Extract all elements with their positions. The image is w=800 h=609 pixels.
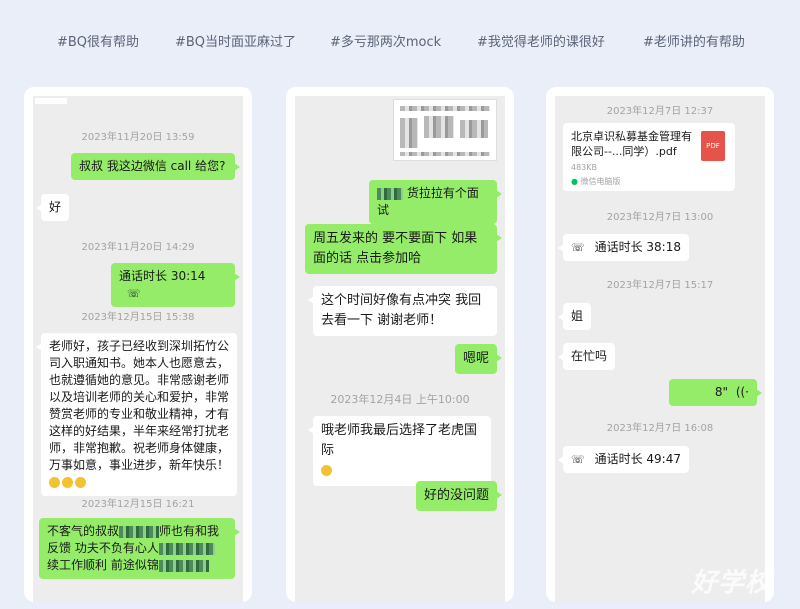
message-text: 续工作顺利 前途似锦 [47, 558, 159, 572]
tag-2: #BQ当时面亚麻过了 [175, 35, 297, 50]
call-duration: 通话时长 30:14 [119, 269, 206, 283]
chat-screenshot-3: 2023年12月7日 12:37 北京卓识私募基金管理有限公司--...同学）.… [546, 87, 774, 602]
message-received: 姐 [557, 303, 592, 330]
message-sent: 周五发来的 要不要面下 如果面的话 点击参加哈 [305, 224, 502, 274]
message-received: 在忙吗 [557, 343, 616, 370]
message-text: 哦老师我最后选择了老虎国际 [321, 423, 478, 458]
redacted-image [400, 118, 418, 148]
timestamp: 2023年11月20日 14:29 [81, 242, 195, 253]
message-text: 不客气的叔叔 [47, 524, 120, 538]
file-source: ● 微信电脑版 [571, 176, 621, 187]
file-name: 北京卓识私募基金管理有限公司--...同学）.pdf [571, 130, 692, 158]
emoji-icon [62, 477, 73, 488]
message-sent: 不客气的叔叔 师也有和我 反馈 功夫不负有心人 续工作顺利 前途似锦 [39, 518, 240, 579]
redacted-text [158, 542, 215, 555]
timestamp: 2023年12月7日 12:37 [606, 106, 714, 117]
message-text: 老师好，孩子已经收到深圳拓竹公司入职通知书。她本人也愿意去，也就遵循她的意见。非… [49, 339, 230, 472]
chat-area: 2023年11月20日 13:59 叔叔 我这边微信 call 给您? 好 20… [33, 96, 243, 602]
watermark-logo: 好学校 [690, 568, 772, 598]
redacted-image [400, 106, 490, 111]
redacted-image [460, 120, 488, 138]
message-text: 师也有和我 [159, 524, 220, 538]
message-received: 哦老师我最后选择了老虎国际 [308, 416, 491, 486]
emoji-icon [75, 477, 86, 488]
call-record[interactable]: ☏ 通话时长 38:18 [558, 234, 689, 261]
message-sent: 叔叔 我这边微信 call 给您? [71, 153, 240, 180]
file-size: 483KB [571, 163, 598, 172]
grinning-emoji-icon [321, 465, 332, 476]
call-record[interactable]: ☏ 通话时长 49:47 [558, 446, 689, 473]
call-duration: 通话时长 38:18 [594, 240, 681, 254]
redacted-text [158, 559, 209, 572]
message-received: 这个时间好像有点冲突 我回去看一下 谢谢老师！ [308, 286, 497, 336]
timestamp: 2023年12月7日 13:00 [606, 212, 714, 223]
chat-screenshot-1: 2023年11月20日 13:59 叔叔 我这边微信 call 给您? 好 20… [24, 87, 252, 602]
tag-3: #多亏那两次mock [330, 35, 442, 50]
timestamp: 2023年12月15日 16:21 [81, 499, 195, 510]
redacted-header [35, 98, 67, 104]
redacted-image [424, 116, 454, 138]
voice-duration: 8" [714, 385, 728, 399]
message-received: 老师好，孩子已经收到深圳拓竹公司入职通知书。她本人也愿意去，也就遵循她的意见。非… [36, 333, 237, 496]
timestamp: 2023年12月7日 15:17 [606, 280, 714, 291]
message-sent: 货拉拉有个面试 [369, 180, 502, 224]
tag-1: #BQ很有帮助 [57, 35, 140, 50]
timestamp: 2023年12月15日 15:38 [81, 312, 195, 323]
phone-icon: ☏ [127, 287, 141, 300]
voice-wave-icon: ((· [735, 385, 749, 399]
message-sent: 好的没问题 [415, 481, 503, 511]
message-text: 反馈 功夫不负有心人 [47, 541, 159, 555]
phone-icon: ☏ [571, 453, 585, 466]
timestamp: 2023年11月20日 13:59 [81, 132, 195, 143]
redacted-text [119, 525, 160, 538]
timestamp: 2023年12月7日 16:08 [606, 423, 714, 434]
file-card[interactable]: 北京卓识私募基金管理有限公司--...同学）.pdf 483KB PDF ● 微… [563, 123, 735, 191]
chat-area: 2023年12月7日 12:37 北京卓识私募基金管理有限公司--...同学）.… [555, 96, 765, 602]
message-sent: 嗯呢 [454, 344, 503, 374]
shared-image-thumbnail[interactable] [393, 99, 497, 161]
timestamp: 2023年12月4日 上午10:00 [330, 393, 470, 406]
tag-4: #我觉得老师的课很好 [477, 35, 605, 50]
call-record[interactable]: 通话时长 30:14 ☏ [111, 263, 240, 307]
pdf-file-icon: PDF [701, 131, 725, 161]
chat-area: 货拉拉有个面试 周五发来的 要不要面下 如果面的话 点击参加哈 这个时间好像有点… [295, 96, 505, 602]
file-source-label: 微信电脑版 [580, 177, 621, 186]
message-received: 好 [35, 194, 70, 221]
redacted-text [377, 187, 403, 200]
chat-screenshot-2: 货拉拉有个面试 周五发来的 要不要面下 如果面的话 点击参加哈 这个时间好像有点… [286, 87, 514, 602]
redacted-image [400, 152, 490, 156]
call-duration: 通话时长 49:47 [594, 452, 681, 466]
voice-message[interactable]: 8" ((· [669, 379, 762, 406]
emoji-icon [49, 477, 60, 488]
phone-icon: ☏ [571, 241, 585, 254]
tag-5: #老师讲的有帮助 [643, 35, 745, 50]
wechat-icon: ● [571, 177, 578, 186]
